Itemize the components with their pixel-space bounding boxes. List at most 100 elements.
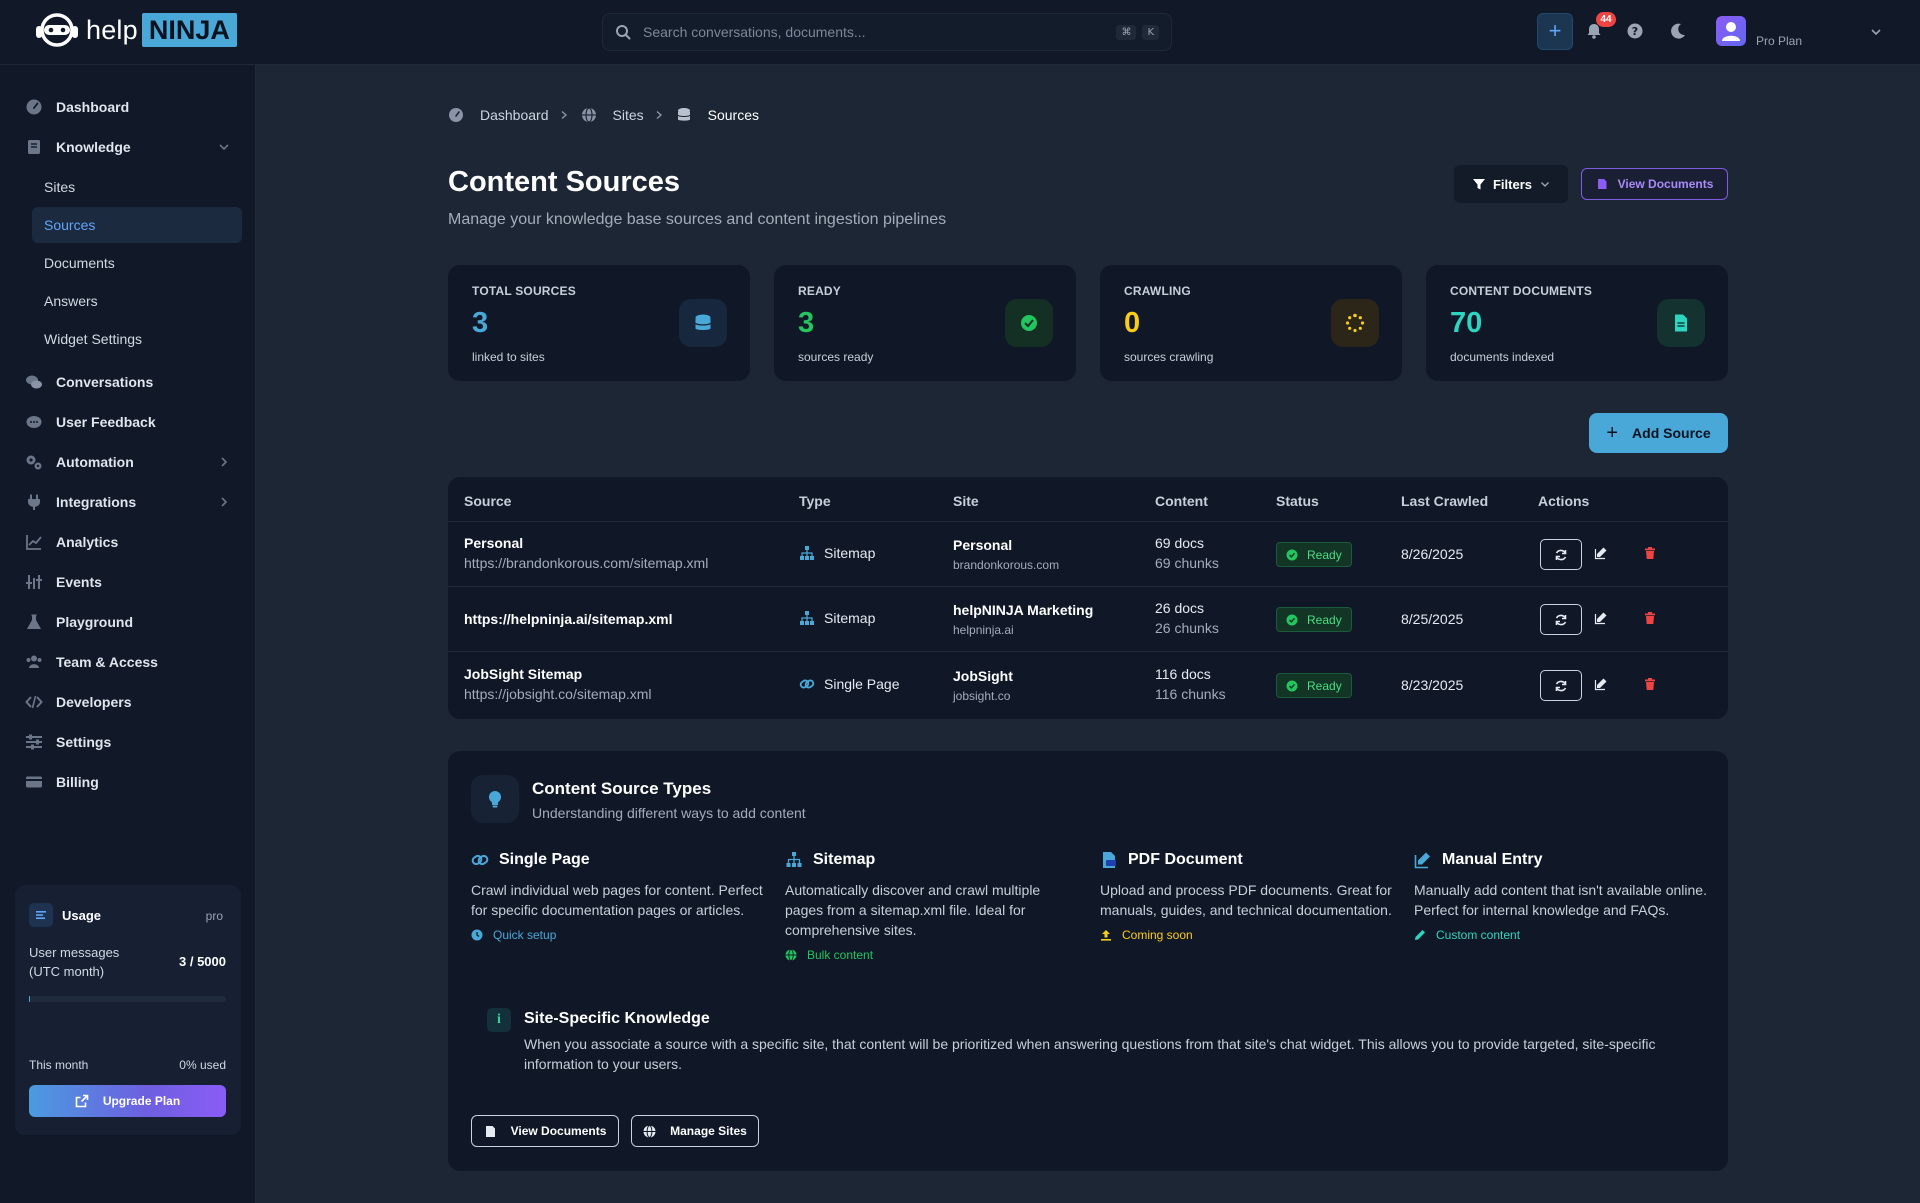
usage-card: Usage pro User messages (UTC month) 3 / … — [15, 885, 241, 1135]
dark-mode-moon-icon[interactable] — [1668, 21, 1688, 41]
type-description: Automatically discover and crawl multipl… — [785, 882, 1041, 938]
sidebar-item-knowledge[interactable]: Knowledge — [16, 131, 242, 163]
stat-label: TOTAL SOURCES — [472, 284, 576, 298]
edit-button[interactable] — [1594, 677, 1608, 691]
code-icon — [25, 695, 43, 709]
source-title: https://helpninja.ai/sitemap.xml — [464, 611, 673, 627]
usage-label-line1: User messages — [29, 945, 120, 960]
sidebar-item-widget-settings[interactable]: Widget Settings — [32, 321, 242, 357]
content-docs: 26 docs — [1155, 600, 1205, 616]
sitemap-icon — [800, 546, 814, 560]
chevron-right-icon — [656, 110, 662, 120]
upgrade-plan-button[interactable]: Upgrade Plan — [29, 1085, 226, 1117]
chevron-right-icon — [561, 110, 567, 120]
sidebar-item-answers[interactable]: Answers — [32, 283, 242, 319]
type-title: Sitemap — [813, 851, 876, 868]
column-header-actions: Actions — [1538, 493, 1590, 509]
sidebar-item-label: Automation — [56, 454, 134, 470]
sliders-h-icon — [26, 734, 42, 750]
chevron-right-icon — [221, 457, 228, 467]
svg-text:?: ? — [1632, 25, 1638, 38]
view-documents-button[interactable]: View Documents — [471, 1115, 619, 1147]
book-icon — [28, 140, 40, 154]
user-menu[interactable]: Pro Plan — [1716, 14, 1882, 50]
sidebar-item-billing[interactable]: Billing — [16, 766, 242, 798]
sidebar-item-integrations[interactable]: Integrations — [16, 486, 242, 518]
info-icon: i — [487, 1008, 511, 1032]
filters-button[interactable]: Filters — [1454, 165, 1568, 203]
type-heading: Single Page — [471, 848, 767, 872]
sidebar-item-sites[interactable]: Sites — [32, 169, 242, 205]
source-type: Sitemap — [799, 545, 875, 561]
table-row[interactable]: Personal https://brandonkorous.com/sitem… — [448, 522, 1728, 587]
breadcrumb-sites[interactable]: Sites — [613, 107, 644, 123]
edit-button[interactable] — [1594, 546, 1608, 560]
edit-button[interactable] — [1594, 611, 1608, 625]
sidebar-item-user-feedback[interactable]: User Feedback — [16, 406, 242, 438]
sidebar-item-conversations[interactable]: Conversations — [16, 366, 242, 398]
filters-label: Filters — [1492, 176, 1532, 192]
sliders-icon — [26, 575, 42, 589]
sidebar-item-analytics[interactable]: Analytics — [16, 526, 242, 558]
type-sitemap: Sitemap Automatically discover and crawl… — [785, 848, 1081, 962]
sidebar-item-label: Billing — [56, 774, 99, 790]
sidebar-item-events[interactable]: Events — [16, 566, 242, 598]
breadcrumb-dashboard[interactable]: Dashboard — [480, 107, 549, 123]
sidebar-item-playground[interactable]: Playground — [16, 606, 242, 638]
page-subtitle: Manage your knowledge base sources and c… — [448, 211, 947, 228]
last-crawled: 8/25/2025 — [1401, 611, 1464, 627]
global-search[interactable]: ⌘ K — [602, 13, 1172, 51]
status-badge: Ready — [1276, 542, 1352, 567]
view-documents-label: View Documents — [1617, 177, 1714, 191]
search-input[interactable] — [643, 24, 1111, 40]
lightbulb-icon — [489, 791, 501, 808]
type-tag-label: Custom content — [1436, 928, 1521, 942]
sidebar-item-label: Events — [56, 574, 102, 590]
edit-icon — [1594, 547, 1607, 560]
table-row[interactable]: JobSight Sitemap https://jobsight.co/sit… — [448, 652, 1728, 717]
source-type-label: Single Page — [824, 676, 900, 692]
sidebar-item-label: Integrations — [56, 494, 137, 510]
flask-icon — [27, 614, 41, 629]
type-tag: Bulk content — [785, 948, 1081, 962]
chevron-right-icon — [221, 497, 228, 507]
upgrade-plan-label: Upgrade Plan — [102, 1094, 181, 1108]
sidebar-item-label: Settings — [56, 734, 112, 750]
sidebar-item-developers[interactable]: Developers — [16, 686, 242, 718]
chevron-down-icon — [1871, 29, 1881, 36]
refresh-button[interactable] — [1540, 604, 1582, 635]
stat-sub: linked to sites — [472, 350, 545, 364]
table-row[interactable]: https://helpninja.ai/sitemap.xml Sitemap… — [448, 587, 1728, 652]
link-icon — [471, 854, 489, 866]
refresh-button[interactable] — [1540, 670, 1582, 701]
upload-icon — [1101, 930, 1111, 941]
search-icon — [616, 25, 631, 40]
stat-label: READY — [798, 284, 842, 298]
view-documents-button[interactable]: View Documents — [1581, 168, 1728, 200]
site-domain: jobsight.co — [953, 689, 1011, 703]
shortcut-k-key: K — [1142, 24, 1159, 40]
delete-button[interactable] — [1643, 611, 1657, 625]
help-icon[interactable]: ? — [1625, 21, 1645, 41]
last-crawled: 8/23/2025 — [1401, 677, 1464, 693]
edit-icon — [1594, 678, 1607, 691]
sidebar-item-dashboard[interactable]: Dashboard — [16, 91, 242, 123]
type-tag-label: Quick setup — [493, 928, 557, 942]
delete-button[interactable] — [1643, 677, 1657, 691]
status-label: Ready — [1307, 678, 1342, 693]
sidebar-item-automation[interactable]: Automation — [16, 446, 242, 478]
shortcut-cmd-key: ⌘ — [1116, 24, 1137, 40]
content-source-types-card: Content Source Types Understanding diffe… — [448, 751, 1728, 1171]
sidebar-item-team-access[interactable]: Team & Access — [16, 646, 242, 678]
add-source-button[interactable]: + Add Source — [1589, 413, 1728, 453]
manage-sites-button[interactable]: Manage Sites — [631, 1115, 759, 1147]
delete-button[interactable] — [1643, 546, 1657, 560]
sidebar-item-sources[interactable]: Sources — [32, 207, 242, 243]
brand-logo[interactable]: help NINJA — [34, 12, 237, 48]
refresh-button[interactable] — [1540, 539, 1582, 570]
sidebar-item-documents[interactable]: Documents — [32, 245, 242, 281]
clock-icon — [471, 929, 483, 941]
sidebar-item-settings[interactable]: Settings — [16, 726, 242, 758]
quick-create-button[interactable]: + — [1537, 13, 1573, 50]
stat-value: 0 — [1124, 307, 1141, 339]
